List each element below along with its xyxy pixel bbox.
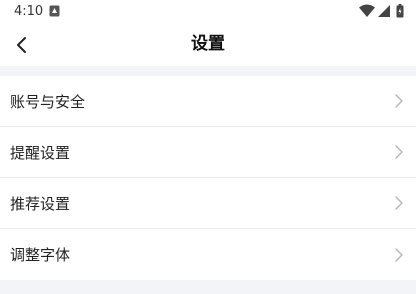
settings-item-label: 推荐设置: [10, 194, 71, 213]
settings-item-label: 账号与安全: [10, 92, 86, 111]
status-time: 4:10: [14, 4, 44, 19]
chevron-right-icon: [395, 196, 403, 210]
status-bar: 4:10: [0, 0, 416, 24]
signal-icon: [378, 5, 390, 17]
settings-list: 账号与安全 提醒设置 推荐设置 调整字体: [0, 76, 416, 280]
chevron-right-icon: [395, 247, 403, 262]
section-divider: [0, 66, 416, 76]
wifi-icon: [359, 4, 375, 17]
notification-icon: [49, 5, 60, 17]
battery-icon: [396, 4, 404, 18]
settings-item-reminder[interactable]: 提醒设置: [0, 127, 416, 178]
settings-item-recommendation[interactable]: 推荐设置: [0, 178, 416, 229]
settings-item-font-size[interactable]: 调整字体: [0, 229, 416, 280]
settings-item-account-security[interactable]: 账号与安全: [0, 76, 416, 127]
header-bar: 设置: [0, 24, 416, 66]
chevron-right-icon: [395, 145, 403, 159]
chevron-right-icon: [395, 94, 403, 108]
settings-item-label: 提醒设置: [10, 143, 71, 162]
bottom-background: [0, 280, 416, 294]
settings-item-label: 调整字体: [10, 246, 71, 264]
page-title: 设置: [191, 34, 225, 54]
